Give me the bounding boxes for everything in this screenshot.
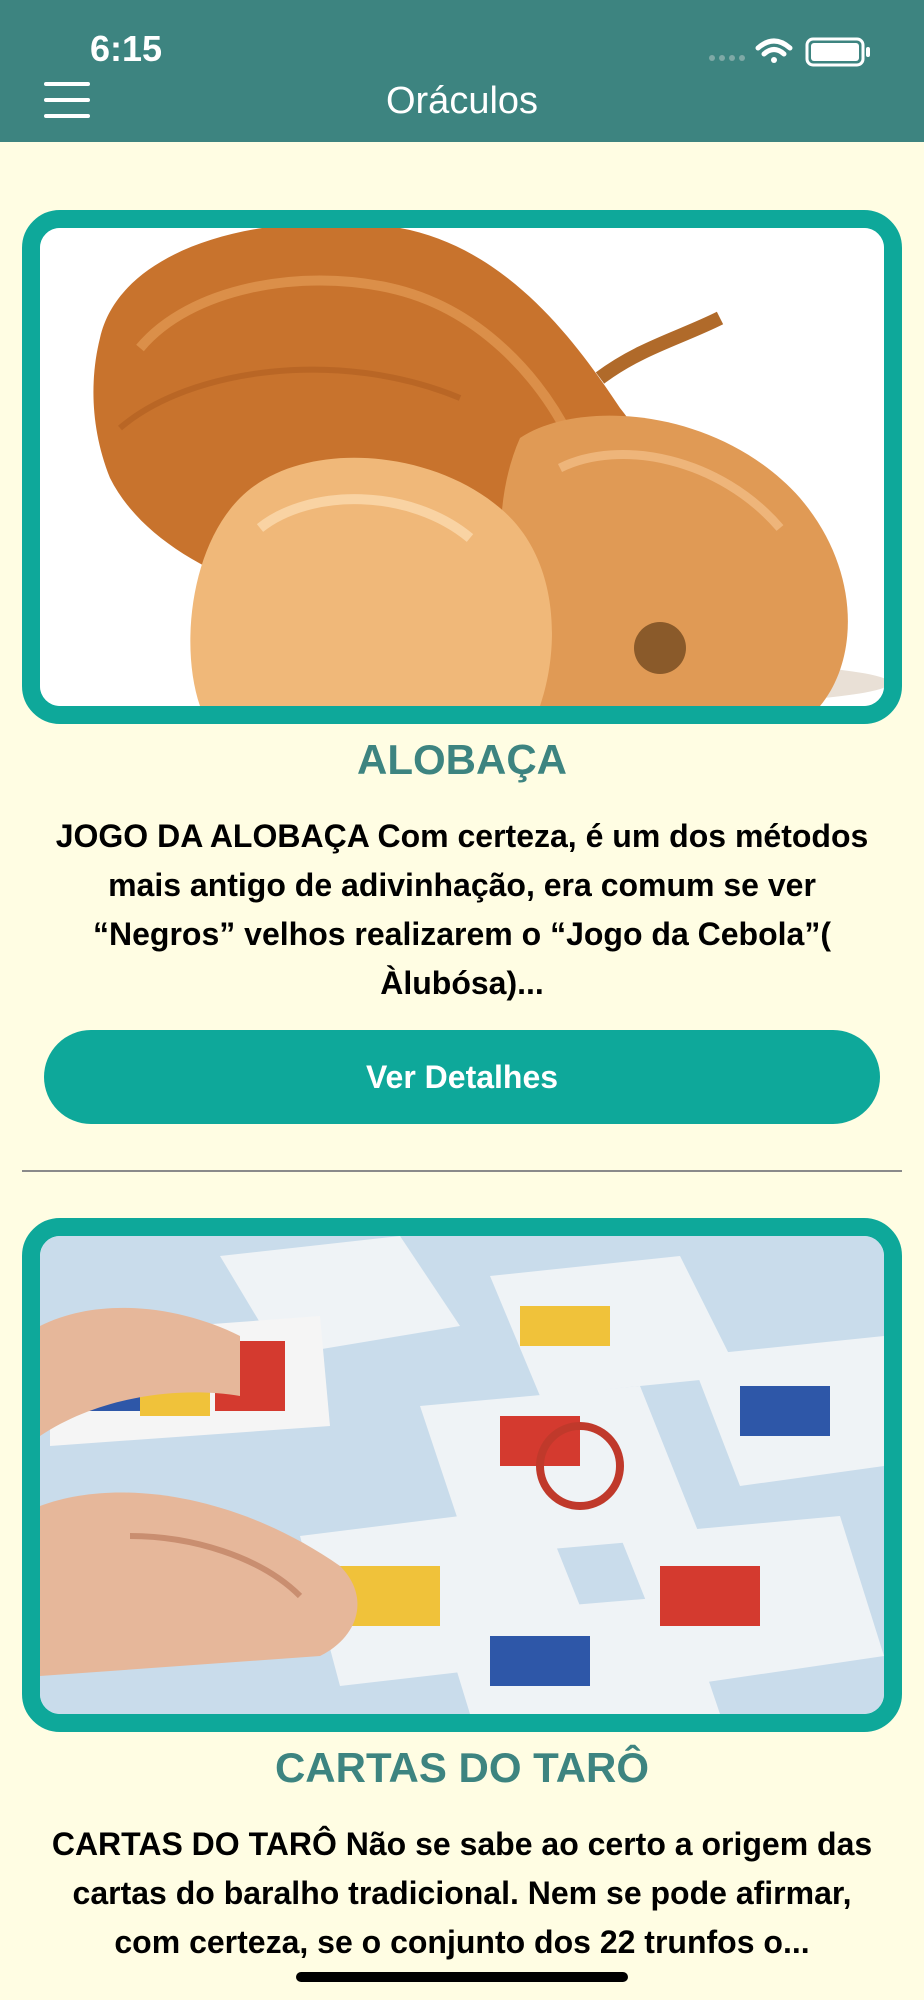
- card-description: JOGO DA ALOBAÇA Com certeza, é um dos mé…: [55, 818, 869, 1001]
- card-title: CARTAS DO TARÔ: [274, 1744, 650, 1791]
- divider: [22, 1170, 902, 1172]
- battery-icon: [805, 37, 870, 67]
- status-icons: [692, 30, 892, 70]
- card-description: CARTAS DO TARÔ Não se sabe ao certo a or…: [51, 1826, 873, 1960]
- ver-detalhes-button[interactable]: Ver Detalhes: [44, 1030, 880, 1124]
- home-indicator: [296, 1972, 628, 1982]
- app-header: 6:15 Oráculos: [0, 0, 924, 142]
- wifi-icon: [755, 38, 793, 63]
- card-title: ALOBAÇA: [357, 736, 567, 783]
- signal-icon: [709, 55, 745, 61]
- onions-image[interactable]: [22, 210, 902, 724]
- tarot-cards-image[interactable]: [22, 1218, 902, 1732]
- page-title: Oráculos: [385, 80, 539, 122]
- status-time: 6:15: [90, 28, 163, 69]
